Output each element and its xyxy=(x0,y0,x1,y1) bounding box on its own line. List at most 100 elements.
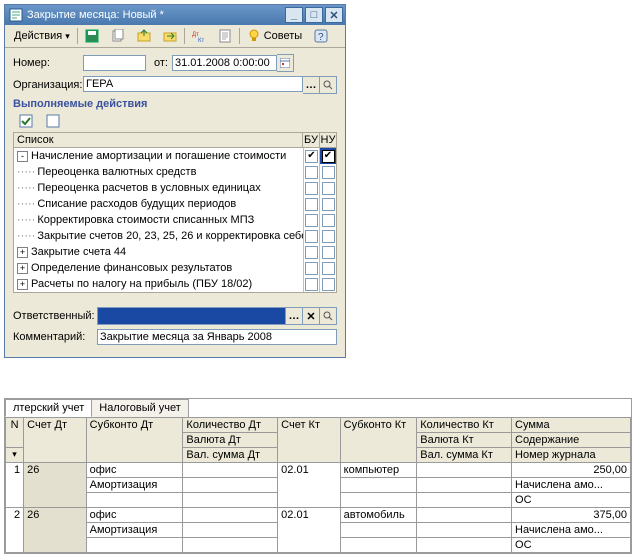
cell-n[interactable]: 2 xyxy=(6,508,24,553)
nu-col-header[interactable]: НУ xyxy=(320,133,336,147)
tb-help-button[interactable]: ? xyxy=(309,27,333,45)
checkbox-bu[interactable] xyxy=(305,214,318,227)
resp-input[interactable] xyxy=(97,307,286,325)
cell-n[interactable]: 1 xyxy=(6,463,24,508)
cell-kol-dt[interactable] xyxy=(183,508,278,523)
cell-schet-dt[interactable]: 26 xyxy=(24,463,87,508)
col-soderzh[interactable]: Содержание xyxy=(512,433,631,448)
checkbox-nu[interactable] xyxy=(322,230,335,243)
org-open-button[interactable] xyxy=(320,76,337,94)
col-schet-dt[interactable]: Счет Дт xyxy=(24,418,87,463)
tree-row[interactable]: ·····Списание расходов будущих периодов xyxy=(14,196,336,212)
close-button[interactable]: ✕ xyxy=(325,7,343,23)
uncheck-all-icon[interactable] xyxy=(41,112,65,130)
cell-subk-dt[interactable]: офис xyxy=(86,463,183,478)
checkbox-nu[interactable] xyxy=(322,198,335,211)
tree-row[interactable]: +Расчеты по налогу на прибыль (ПБУ 18/02… xyxy=(14,276,336,292)
checkbox-bu[interactable] xyxy=(305,278,318,291)
cell-subk-dt[interactable]: офис xyxy=(86,508,183,523)
expand-icon[interactable]: + xyxy=(17,247,28,258)
tab-bu[interactable]: лтерский учет xyxy=(5,399,92,417)
tb-save-icon[interactable] xyxy=(80,27,104,45)
tb-post-icon[interactable] xyxy=(132,27,156,45)
cell-subk-kt2[interactable] xyxy=(340,478,417,493)
cell-kol-dt[interactable] xyxy=(183,463,278,478)
tb-copy-icon[interactable] xyxy=(106,27,130,45)
checkbox-bu[interactable] xyxy=(305,246,318,259)
tree-row[interactable]: -Начисление амортизации и погашение стои… xyxy=(14,148,336,164)
tree-row[interactable]: ·····Корректировка стоимости списанных М… xyxy=(14,212,336,228)
col-nzh[interactable]: Номер журнала xyxy=(512,448,631,463)
expand-icon[interactable]: + xyxy=(17,263,28,274)
cell-summa[interactable]: 375,00 xyxy=(512,508,631,523)
col-val-dt[interactable]: Валюта Дт xyxy=(183,433,278,448)
checkbox-bu[interactable] xyxy=(305,166,318,179)
cell-subk-kt3[interactable] xyxy=(340,493,417,508)
resp-clear-button[interactable]: ✕ xyxy=(303,307,320,325)
checkbox-nu[interactable] xyxy=(322,214,335,227)
col-schet-kt[interactable]: Счет Кт xyxy=(278,418,341,463)
minimize-button[interactable]: _ xyxy=(285,7,303,23)
cell-vsum-kt[interactable] xyxy=(417,493,512,508)
list-col-header[interactable]: Список xyxy=(14,133,303,147)
checkbox-bu[interactable] xyxy=(305,198,318,211)
check-all-icon[interactable] xyxy=(14,112,38,130)
comment-input[interactable] xyxy=(97,329,337,345)
tb-tips-button[interactable]: Советы xyxy=(242,27,307,45)
col-subk-dt[interactable]: Субконто Дт xyxy=(86,418,183,463)
cell-kol-kt[interactable] xyxy=(417,463,512,478)
tree-row[interactable]: ·····Переоценка расчетов в условных един… xyxy=(14,180,336,196)
cell-subk-dt2[interactable]: Амортизация xyxy=(86,523,183,538)
n-dropdown[interactable]: ▾ xyxy=(6,448,24,463)
resp-select-button[interactable]: … xyxy=(286,307,303,325)
tree-row[interactable]: +Закрытие счета 44 xyxy=(14,244,336,260)
tab-nu[interactable]: Налоговый учет xyxy=(91,399,189,417)
cell-val-dt[interactable] xyxy=(183,523,278,538)
number-input[interactable] xyxy=(83,55,146,71)
cell-summa[interactable]: 250,00 xyxy=(512,463,631,478)
cell-subk-kt3[interactable] xyxy=(340,538,417,553)
cell-val-kt[interactable] xyxy=(417,478,512,493)
col-summa[interactable]: Сумма xyxy=(512,418,631,433)
checkbox-bu[interactable] xyxy=(305,230,318,243)
expand-icon[interactable]: + xyxy=(17,279,28,290)
cell-schet-kt[interactable]: 02.01 xyxy=(278,463,341,508)
cell-sod[interactable]: Начислена амо... xyxy=(512,478,631,493)
col-subk-kt[interactable]: Субконто Кт xyxy=(340,418,417,463)
cell-subk-dt2[interactable]: Амортизация xyxy=(86,478,183,493)
col-vsum-dt[interactable]: Вал. сумма Дт xyxy=(183,448,278,463)
col-val-kt[interactable]: Валюта Кт xyxy=(417,433,512,448)
checkbox-nu[interactable] xyxy=(322,150,335,163)
cell-schet-dt[interactable]: 26 xyxy=(24,508,87,553)
checkbox-bu[interactable] xyxy=(305,182,318,195)
cell-subk-kt[interactable]: компьютер xyxy=(340,463,417,478)
checkbox-nu[interactable] xyxy=(322,166,335,179)
cell-subk-dt3[interactable] xyxy=(86,493,183,508)
checkbox-bu[interactable] xyxy=(305,150,318,163)
titlebar[interactable]: Закрытие месяца: Новый * _ □ ✕ xyxy=(5,5,345,25)
cell-vsum-dt[interactable] xyxy=(183,538,278,553)
checkbox-nu[interactable] xyxy=(322,278,335,291)
tb-doc-icon[interactable] xyxy=(213,27,237,45)
org-input[interactable] xyxy=(83,76,303,92)
cell-subk-kt2[interactable] xyxy=(340,523,417,538)
cell-sod[interactable]: Начислена амо... xyxy=(512,523,631,538)
checkbox-bu[interactable] xyxy=(305,262,318,275)
cell-vsum-kt[interactable] xyxy=(417,538,512,553)
cell-subk-dt3[interactable] xyxy=(86,538,183,553)
maximize-button[interactable]: □ xyxy=(305,7,323,23)
cell-val-dt[interactable] xyxy=(183,478,278,493)
resp-open-button[interactable] xyxy=(320,307,337,325)
cell-kol-kt[interactable] xyxy=(417,508,512,523)
actions-menu[interactable]: Действия▾ xyxy=(9,28,75,44)
calendar-icon[interactable] xyxy=(277,54,294,72)
checkbox-nu[interactable] xyxy=(322,182,335,195)
bu-col-header[interactable]: БУ xyxy=(303,133,320,147)
cell-val-kt[interactable] xyxy=(417,523,512,538)
cell-nzh[interactable]: ОС xyxy=(512,493,631,508)
expand-icon[interactable]: - xyxy=(17,151,28,162)
cell-vsum-dt[interactable] xyxy=(183,493,278,508)
tree-row[interactable]: +Определение финансовых результатов xyxy=(14,260,336,276)
cell-nzh[interactable]: ОС xyxy=(512,538,631,553)
cell-schet-kt[interactable]: 02.01 xyxy=(278,508,341,553)
